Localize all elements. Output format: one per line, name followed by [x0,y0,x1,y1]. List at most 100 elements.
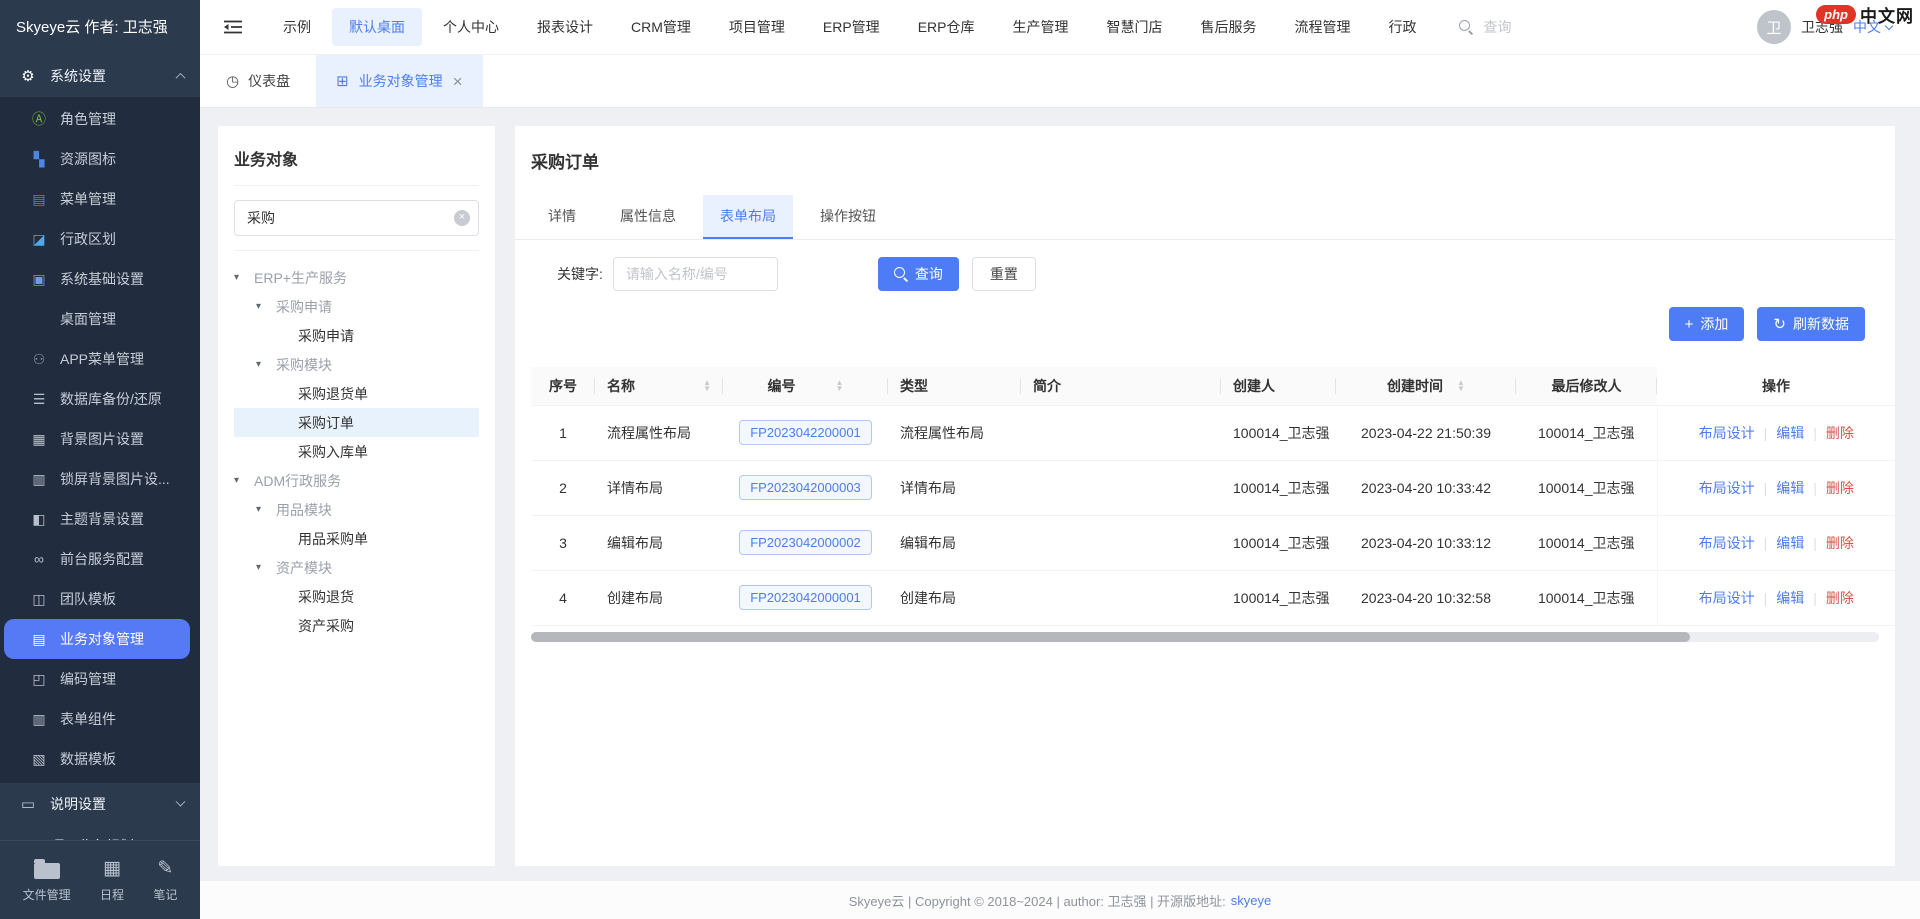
tree-expand-icon[interactable]: ▾ [256,359,276,370]
delete-link[interactable]: 删除 [1826,425,1854,441]
content-tab[interactable]: 表单布局 [703,195,793,239]
code-badge[interactable]: FP2023042000002 [739,530,872,555]
keyword-input[interactable] [613,257,778,291]
sidebar-item[interactable]: 桌面管理 [0,299,200,339]
tree-node[interactable]: ▾用品模块 [234,495,479,524]
sidebar-item[interactable]: ◪行政区划 [0,219,200,259]
tree-node[interactable]: ▾ERP+生产服务 [234,263,479,292]
edit-link[interactable]: 编辑 [1776,590,1804,606]
tree-node[interactable]: 采购退货单 [234,379,479,408]
tab-business-object[interactable]: ⊞ 业务对象管理 × [316,55,483,107]
search-button[interactable]: 查询 [878,257,959,291]
nav-item[interactable]: 流程管理 [1277,8,1367,46]
content-tab[interactable]: 详情 [531,195,593,239]
created-cell: 2023-04-20 10:32:58 [1336,570,1516,625]
nav-item[interactable]: ERP仓库 [901,8,992,46]
sidebar-group-system-settings[interactable]: ⚙系统设置 [0,55,200,97]
tree-node[interactable]: 采购退货 [234,582,479,611]
sort-icon[interactable]: ▲▼ [703,380,711,392]
sidebar-group[interactable]: ▭说明设置 [0,783,200,825]
nav-item[interactable]: 个人中心 [426,8,516,46]
tree-expand-icon[interactable]: ▾ [234,475,254,486]
tree-node[interactable]: ▾采购申请 [234,292,479,321]
sidebar-item[interactable]: ▥表单组件 [0,699,200,739]
tree-node[interactable]: ▾资产模块 [234,553,479,582]
layout-design-link[interactable]: 布局设计 [1699,535,1755,551]
code-badge[interactable]: FP2023042200001 [739,420,872,445]
sidebar-item[interactable]: ▤菜单管理 [0,179,200,219]
footer-link[interactable]: skyeye [1231,893,1271,908]
sidebar-item[interactable]: ▧数据模板 [0,739,200,779]
tree-node[interactable]: 采购申请 [234,321,479,350]
edit-link[interactable]: 编辑 [1776,425,1804,441]
sidebar-item[interactable]: ▤业务对象管理 [4,619,190,659]
scrollbar-thumb[interactable] [531,632,1690,642]
refresh-button[interactable]: ↻ 刷新数据 [1757,307,1865,341]
dock-item[interactable]: ▦日程 [100,857,124,903]
tab-dashboard[interactable]: ◷ 仪表盘 [200,55,316,107]
column-header: 创建人 [1221,367,1336,405]
delete-link[interactable]: 删除 [1826,535,1854,551]
layout-design-link[interactable]: 布局设计 [1699,480,1755,496]
layout-design-link[interactable]: 布局设计 [1699,590,1755,606]
tree-node[interactable]: 采购入库单 [234,437,479,466]
sidebar-item[interactable]: ▦背景图片设置 [0,419,200,459]
sort-icon[interactable]: ▲▼ [836,380,844,392]
nav-item[interactable]: 智慧门店 [1089,8,1179,46]
tree-node[interactable]: ▾ADM行政服务 [234,466,479,495]
delete-link[interactable]: 删除 [1826,480,1854,496]
sidebar-item[interactable]: ☰数据库备份/还原 [0,379,200,419]
nav-item[interactable]: 默认桌面 [332,8,422,46]
tree-node[interactable]: 资产采购 [234,611,479,640]
nav-item[interactable]: 示例 [266,8,328,46]
nav-item[interactable]: 报表设计 [520,8,610,46]
tree-node[interactable]: 采购订单 [234,408,479,437]
add-button[interactable]: + 添加 [1669,307,1745,341]
note-icon: ✎ [157,857,173,879]
tree-node[interactable]: ▾采购模块 [234,350,479,379]
reset-button[interactable]: 重置 [972,257,1036,291]
layout-design-link[interactable]: 布局设计 [1699,425,1755,441]
sidebar-item[interactable]: ◧主题背景设置 [0,499,200,539]
dock-item[interactable]: ✎笔记 [153,857,177,903]
tree-expand-icon[interactable]: ▾ [234,272,254,283]
top-nav: 示例默认桌面个人中心报表设计CRM管理项目管理ERP管理ERP仓库生产管理智慧门… [266,8,1433,46]
tree-expand-icon[interactable]: ▾ [256,301,276,312]
type-cell: 详情布局 [888,460,1021,515]
nav-item[interactable]: 项目管理 [712,8,802,46]
edit-link[interactable]: 编辑 [1776,535,1804,551]
sidebar-item[interactable]: ▣系统基础设置 [0,259,200,299]
horizontal-scrollbar[interactable] [531,632,1879,642]
avatar[interactable]: 卫 [1757,10,1791,44]
sidebar-item[interactable]: ◫团队模板 [0,579,200,619]
sidebar-dock: 文件管理 ▦日程 ✎笔记 [0,840,200,919]
code-badge[interactable]: FP2023042000003 [739,475,872,500]
sidebar-item[interactable]: ▚资源图标 [0,139,200,179]
sidebar-collapse-icon[interactable] [224,20,242,34]
nav-item[interactable]: 生产管理 [995,8,1085,46]
edit-link[interactable]: 编辑 [1776,480,1804,496]
tree-expand-icon[interactable]: ▾ [256,504,276,515]
top-search[interactable]: 查询 [1459,17,1511,37]
nav-item[interactable]: 行政 [1371,8,1433,46]
sidebar-item[interactable]: ⚇APP菜单管理 [0,339,200,379]
nav-item[interactable]: 售后服务 [1183,8,1273,46]
nav-item[interactable]: ERP管理 [806,8,897,46]
sidebar-group[interactable]: ▤项目业务规划 [0,825,200,840]
sort-icon[interactable]: ▲▼ [1457,380,1465,392]
tree-expand-icon[interactable]: ▾ [256,562,276,573]
delete-link[interactable]: 删除 [1826,590,1854,606]
code-badge[interactable]: FP2023042000001 [739,585,872,610]
sidebar-item[interactable]: ∞前台服务配置 [0,539,200,579]
dock-item[interactable]: 文件管理 [23,857,71,903]
content-tab[interactable]: 属性信息 [603,195,693,239]
content-tab[interactable]: 操作按钮 [803,195,893,239]
close-icon[interactable]: × [453,73,463,90]
tree-search-input[interactable] [234,200,479,236]
clear-icon[interactable]: × [454,210,470,226]
sidebar-item[interactable]: Ⓐ角色管理 [0,99,200,139]
sidebar-item[interactable]: ▥锁屏背景图片设... [0,459,200,499]
nav-item[interactable]: CRM管理 [614,8,708,46]
tree-node[interactable]: 用品采购单 [234,524,479,553]
sidebar-item[interactable]: ◰编码管理 [0,659,200,699]
